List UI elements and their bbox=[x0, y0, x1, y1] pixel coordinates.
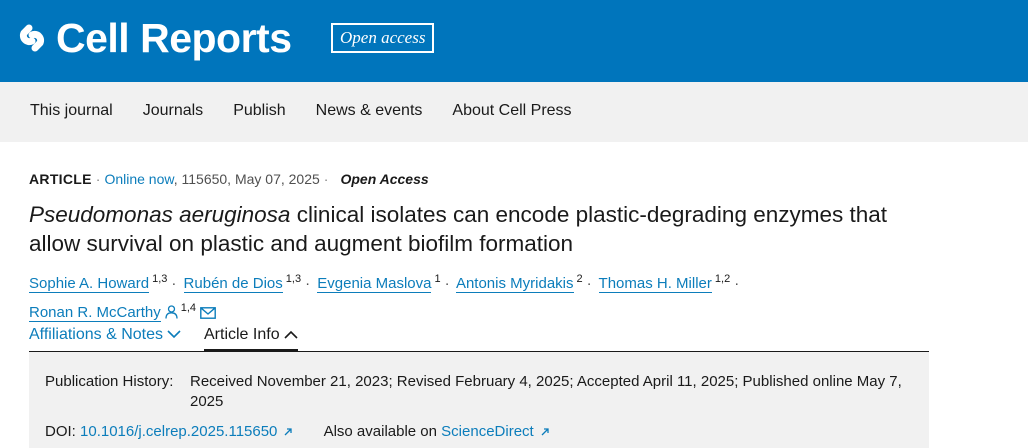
nav-this-journal[interactable]: This journal bbox=[30, 82, 113, 140]
author-item: Sophie A. Howard 1,3 · bbox=[29, 273, 179, 293]
article-title: Pseudomonas aeruginosa clinical isolates… bbox=[29, 200, 909, 258]
author-affiliation-sup: 1,4 bbox=[180, 302, 197, 314]
author-affiliation-sup: 1,3 bbox=[152, 273, 168, 285]
article-meta: ARTICLE · Online now, 115650, May 07, 2025… bbox=[29, 170, 928, 188]
main-nav: This journal Journals Publish News & eve… bbox=[0, 82, 1028, 142]
article-type: ARTICLE bbox=[29, 171, 92, 187]
article-citation: 115650, May 07, 2025 bbox=[181, 171, 320, 187]
article-tabs: Affiliations & Notes Article Info bbox=[29, 320, 929, 352]
publication-history-value: Received November 21, 2023; Revised Febr… bbox=[190, 373, 902, 410]
author-link[interactable]: Evgenia Maslova bbox=[317, 275, 432, 293]
author-list: Sophie A. Howard 1,3 · Rubén de Dios 1,3 · E… bbox=[29, 267, 909, 325]
doi-label: DOI: bbox=[45, 423, 76, 440]
tab-affiliations-notes[interactable]: Affiliations & Notes bbox=[29, 326, 181, 344]
open-access-label: Open Access bbox=[340, 171, 429, 187]
author-link[interactable]: Antonis Myridakis bbox=[455, 275, 574, 293]
author-separator: · bbox=[586, 275, 592, 292]
meta-separator-comma: , bbox=[173, 171, 182, 187]
chevron-up-icon bbox=[284, 330, 298, 339]
author-affiliation-sup: 1,2 bbox=[714, 273, 731, 285]
sciencedirect-link[interactable]: ScienceDirect bbox=[441, 423, 534, 440]
author-item: Ronan R. McCarthy 1,4 bbox=[29, 302, 216, 322]
author-item: Rubén de Dios 1,3 · bbox=[183, 273, 314, 293]
author-affiliation-sup: 1,3 bbox=[285, 273, 302, 285]
external-link-icon[interactable] bbox=[283, 427, 293, 437]
nav-journals[interactable]: Journals bbox=[143, 82, 203, 140]
publication-history-label: Publication History: bbox=[45, 373, 174, 390]
doi-link[interactable]: 10.1016/j.celrep.2025.115650 bbox=[80, 423, 277, 440]
nav-news-events[interactable]: News & events bbox=[316, 82, 423, 140]
author-link[interactable]: Sophie A. Howard bbox=[29, 275, 150, 293]
chevron-down-icon bbox=[167, 330, 181, 339]
author-separator: · bbox=[734, 275, 740, 292]
tab-article-info[interactable]: Article Info bbox=[204, 326, 298, 352]
nav-about-cell-press[interactable]: About Cell Press bbox=[452, 82, 571, 140]
cell-reports-logo[interactable]: Cell Reports bbox=[14, 14, 292, 62]
article-info-panel: Publication History: Received November 2… bbox=[29, 352, 929, 448]
external-link-icon[interactable] bbox=[540, 427, 550, 437]
meta-separator: · bbox=[323, 171, 329, 187]
tab-article-info-label: Article Info bbox=[204, 326, 280, 343]
author-item: Thomas H. Miller 1,2 · bbox=[598, 273, 743, 293]
nav-publish[interactable]: Publish bbox=[233, 82, 285, 140]
author-item: Antonis Myridakis 2 · bbox=[455, 273, 595, 293]
article-header: ARTICLE · Online now, 115650, May 07, 2025… bbox=[29, 170, 928, 325]
site-header: Cell Reports Open access bbox=[0, 0, 1028, 82]
author-separator: · bbox=[444, 275, 450, 292]
author-separator: · bbox=[305, 275, 311, 292]
author-affiliation-sup: 2 bbox=[576, 273, 583, 285]
meta-separator: · bbox=[95, 171, 101, 187]
envelope-icon[interactable] bbox=[200, 307, 216, 319]
author-link[interactable]: Rubén de Dios bbox=[183, 275, 283, 293]
person-icon[interactable] bbox=[165, 305, 178, 319]
online-now-link[interactable]: Online now bbox=[104, 171, 173, 187]
tab-affiliations-label: Affiliations & Notes bbox=[29, 326, 163, 343]
author-separator: · bbox=[171, 275, 177, 292]
author-item: Evgenia Maslova 1 · bbox=[317, 273, 452, 293]
journal-name: Cell Reports bbox=[56, 15, 292, 61]
title-species: Pseudomonas aeruginosa bbox=[29, 202, 291, 227]
cell-press-logo-icon bbox=[19, 24, 45, 52]
open-access-badge[interactable]: Open access bbox=[331, 23, 435, 53]
author-link[interactable]: Thomas H. Miller bbox=[598, 275, 712, 293]
author-affiliation-sup: 1 bbox=[434, 273, 441, 285]
doi-row: DOI: 10.1016/j.celrep.2025.115650 Also a… bbox=[45, 422, 550, 442]
also-available-label: Also available on bbox=[323, 423, 437, 440]
